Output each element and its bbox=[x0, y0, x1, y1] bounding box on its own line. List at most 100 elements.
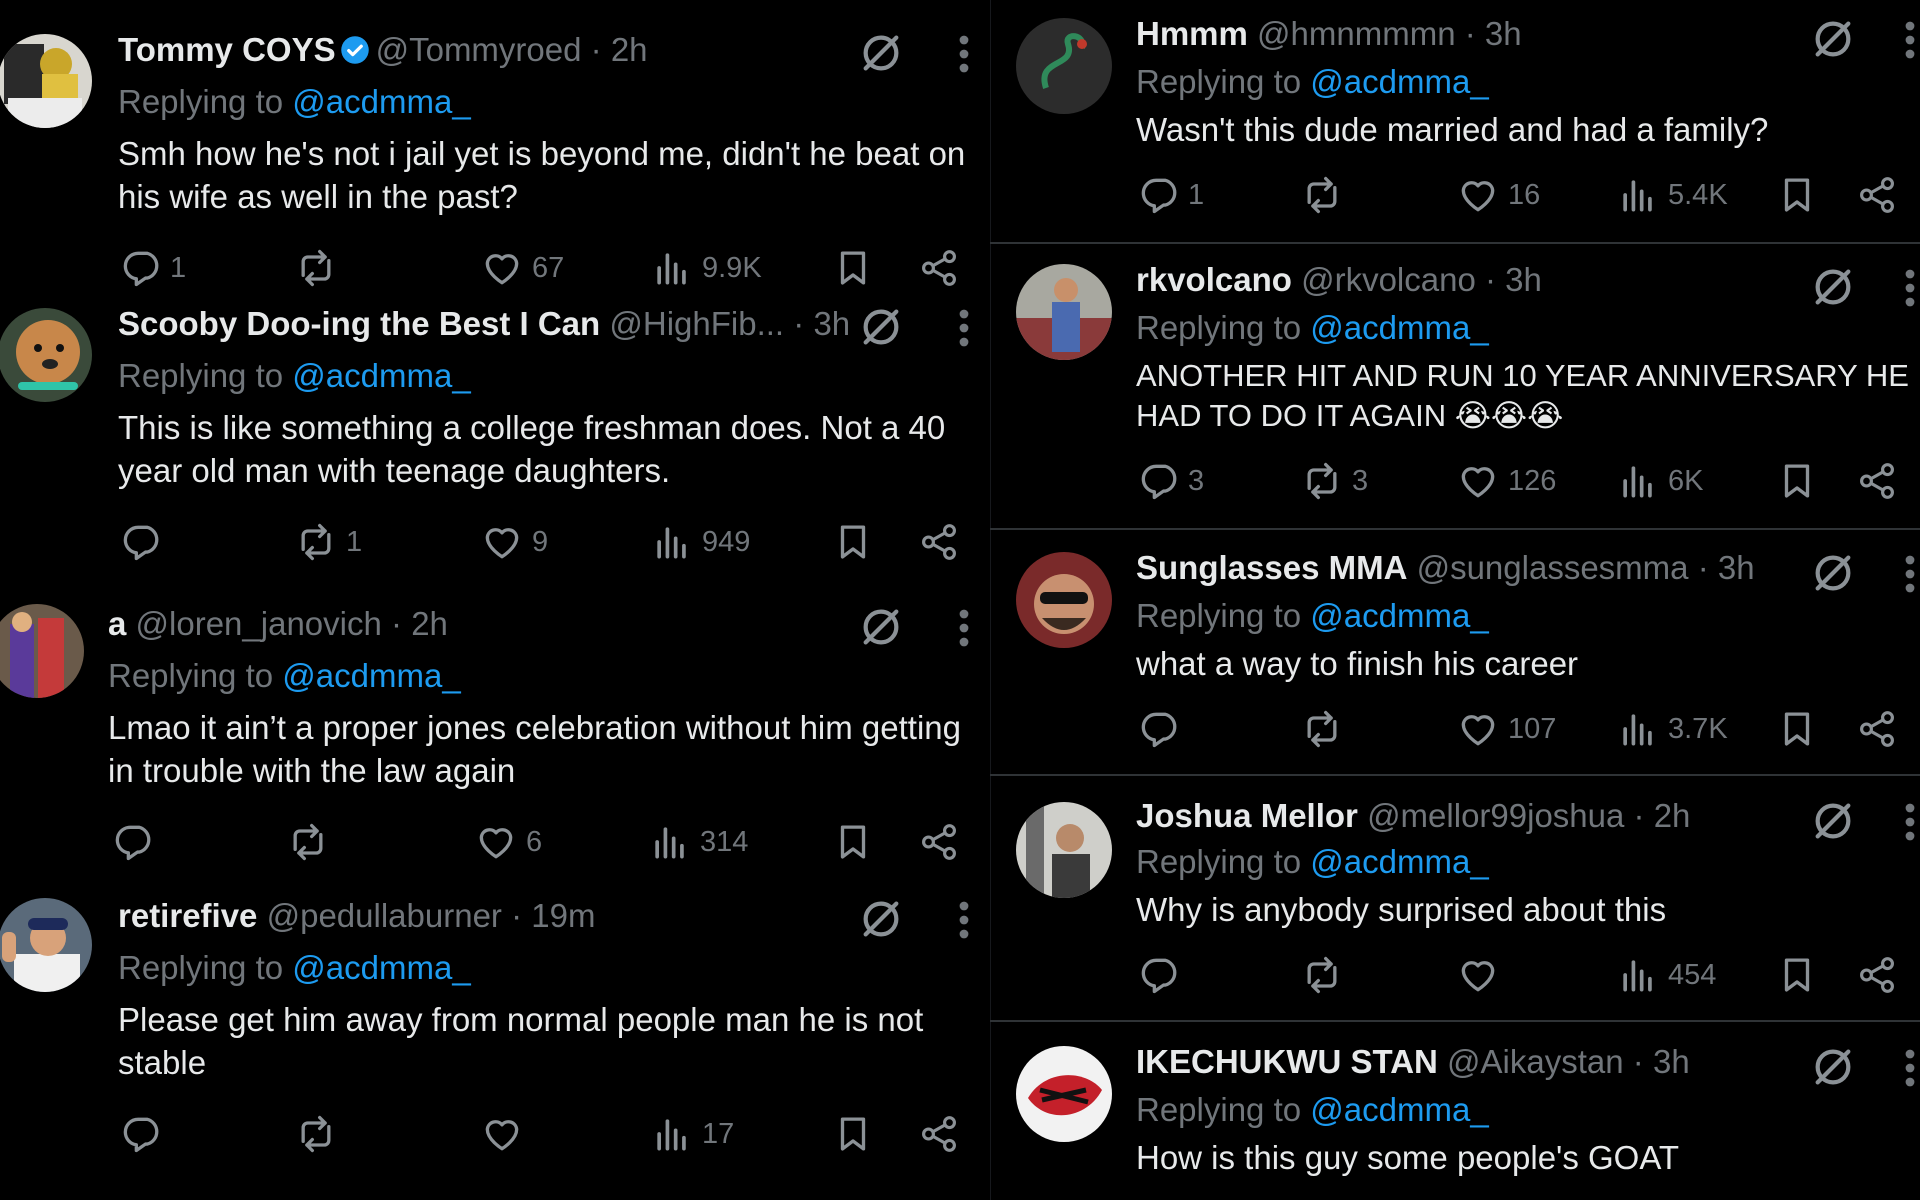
reply-button[interactable]: 1 bbox=[1136, 171, 1204, 219]
more-icon[interactable] bbox=[958, 34, 970, 74]
user-handle[interactable]: @HighFib... bbox=[609, 305, 784, 342]
grok-icon[interactable] bbox=[858, 896, 904, 942]
share-button[interactable] bbox=[918, 244, 960, 292]
reply-button[interactable] bbox=[118, 1110, 170, 1158]
display-name[interactable]: a bbox=[108, 605, 126, 642]
bookmark-button[interactable] bbox=[832, 818, 874, 866]
mention-link[interactable]: @acdmma_ bbox=[292, 949, 470, 986]
grok-icon[interactable] bbox=[1810, 1044, 1856, 1090]
views-button[interactable]: 17 bbox=[650, 1110, 734, 1158]
user-handle[interactable]: @Aikaystan bbox=[1447, 1043, 1624, 1080]
repost-button[interactable] bbox=[1300, 171, 1352, 219]
user-handle[interactable]: @Tommyroed bbox=[376, 31, 582, 68]
like-button[interactable]: 9 bbox=[480, 518, 548, 566]
like-button[interactable]: 16 bbox=[1456, 171, 1540, 219]
user-handle[interactable]: @rkvolcano bbox=[1301, 261, 1476, 298]
avatar[interactable] bbox=[0, 308, 92, 402]
display-name[interactable]: Tommy COYS bbox=[118, 31, 336, 68]
grok-icon[interactable] bbox=[1810, 798, 1856, 844]
like-button[interactable]: 67 bbox=[480, 244, 564, 292]
mention-link[interactable]: @acdmma_ bbox=[1310, 1091, 1488, 1128]
views-button[interactable]: 3.7K bbox=[1616, 705, 1728, 753]
repost-button[interactable] bbox=[294, 244, 346, 292]
share-button[interactable] bbox=[1856, 457, 1898, 505]
like-button[interactable] bbox=[480, 1110, 532, 1158]
reply-button[interactable] bbox=[1136, 705, 1188, 753]
reply-button[interactable]: 3 bbox=[1136, 457, 1204, 505]
reply-joshua-mellor[interactable]: Joshua Mellor @mellor99joshua · 2h Reply… bbox=[990, 776, 1920, 1022]
mention-link[interactable]: @acdmma_ bbox=[1310, 309, 1488, 346]
display-name[interactable]: IKECHUKWU STAN bbox=[1136, 1043, 1438, 1080]
views-button[interactable]: 454 bbox=[1616, 951, 1716, 999]
avatar[interactable] bbox=[1016, 802, 1112, 898]
repost-button[interactable]: 3 bbox=[1300, 457, 1368, 505]
avatar[interactable] bbox=[0, 604, 84, 698]
like-button[interactable]: 6 bbox=[474, 818, 542, 866]
reply-sunglasses-mma[interactable]: Sunglasses MMA @sunglassesmma · 3h Reply… bbox=[990, 530, 1920, 776]
grok-icon[interactable] bbox=[858, 30, 904, 76]
timestamp[interactable]: 3h bbox=[1718, 549, 1755, 586]
bookmark-button[interactable] bbox=[1776, 951, 1818, 999]
mention-link[interactable]: @acdmma_ bbox=[282, 657, 460, 694]
grok-icon[interactable] bbox=[1810, 264, 1856, 310]
user-handle[interactable]: @pedullaburner bbox=[267, 897, 502, 934]
share-button[interactable] bbox=[918, 1110, 960, 1158]
repost-button[interactable] bbox=[1300, 951, 1352, 999]
bookmark-button[interactable] bbox=[832, 518, 874, 566]
avatar[interactable] bbox=[1016, 1046, 1112, 1142]
reply-button[interactable]: 1 bbox=[118, 244, 186, 292]
bookmark-button[interactable] bbox=[1776, 171, 1818, 219]
display-name[interactable]: retirefive bbox=[118, 897, 257, 934]
more-icon[interactable] bbox=[1904, 802, 1916, 842]
views-button[interactable]: 5.4K bbox=[1616, 171, 1728, 219]
share-button[interactable] bbox=[1856, 171, 1898, 219]
more-icon[interactable] bbox=[1904, 1048, 1916, 1088]
grok-icon[interactable] bbox=[858, 304, 904, 350]
views-button[interactable]: 6K bbox=[1616, 457, 1703, 505]
repost-button[interactable]: 1 bbox=[294, 518, 362, 566]
bookmark-button[interactable] bbox=[832, 244, 874, 292]
avatar[interactable] bbox=[1016, 552, 1112, 648]
user-handle[interactable]: @mellor99joshua bbox=[1367, 797, 1624, 834]
more-icon[interactable] bbox=[1904, 20, 1916, 60]
like-button[interactable]: 107 bbox=[1456, 705, 1556, 753]
mention-link[interactable]: @acdmma_ bbox=[1310, 63, 1488, 100]
reply-tommy-coys[interactable]: Tommy COYS @Tommyroed · 2h Replying to @a… bbox=[0, 0, 990, 290]
avatar[interactable] bbox=[0, 34, 92, 128]
reply-loren[interactable]: a @loren_janovich · 2h Replying to @acdm… bbox=[0, 580, 990, 880]
avatar[interactable] bbox=[0, 898, 92, 992]
avatar[interactable] bbox=[1016, 264, 1112, 360]
bookmark-button[interactable] bbox=[832, 1110, 874, 1158]
more-icon[interactable] bbox=[958, 608, 970, 648]
reply-retirefive[interactable]: retirefive @pedullaburner · 19m Replying… bbox=[0, 880, 990, 1200]
share-button[interactable] bbox=[1856, 951, 1898, 999]
timestamp[interactable]: 3h bbox=[1505, 261, 1542, 298]
timestamp[interactable]: 3h bbox=[1485, 15, 1522, 52]
views-button[interactable]: 9.9K bbox=[650, 244, 762, 292]
grok-icon[interactable] bbox=[1810, 16, 1856, 62]
timestamp[interactable]: 19m bbox=[531, 897, 595, 934]
timestamp[interactable]: 2h bbox=[611, 31, 648, 68]
mention-link[interactable]: @acdmma_ bbox=[292, 83, 470, 120]
display-name[interactable]: Joshua Mellor bbox=[1136, 797, 1358, 834]
mention-link[interactable]: @acdmma_ bbox=[1310, 843, 1488, 880]
repost-button[interactable] bbox=[1300, 705, 1352, 753]
like-button[interactable] bbox=[1456, 951, 1508, 999]
repost-button[interactable] bbox=[286, 818, 338, 866]
reply-button[interactable] bbox=[1136, 951, 1188, 999]
timestamp[interactable]: 3h bbox=[1653, 1043, 1690, 1080]
timestamp[interactable]: 3h bbox=[813, 305, 850, 342]
views-button[interactable]: 949 bbox=[650, 518, 750, 566]
display-name[interactable]: Sunglasses MMA bbox=[1136, 549, 1407, 586]
reply-hmmm[interactable]: Hmmm @hmnmmmn · 3h Replying to @acdmma_ … bbox=[990, 0, 1920, 244]
reply-rkvolcano[interactable]: rkvolcano @rkvolcano · 3h Replying to @a… bbox=[990, 244, 1920, 530]
avatar[interactable] bbox=[1016, 18, 1112, 114]
mention-link[interactable]: @acdmma_ bbox=[292, 357, 470, 394]
reply-button[interactable] bbox=[110, 818, 162, 866]
more-icon[interactable] bbox=[1904, 268, 1916, 308]
user-handle[interactable]: @sunglassesmma bbox=[1417, 549, 1689, 586]
grok-icon[interactable] bbox=[858, 604, 904, 650]
share-button[interactable] bbox=[918, 518, 960, 566]
bookmark-button[interactable] bbox=[1776, 457, 1818, 505]
repost-button[interactable] bbox=[294, 1110, 346, 1158]
